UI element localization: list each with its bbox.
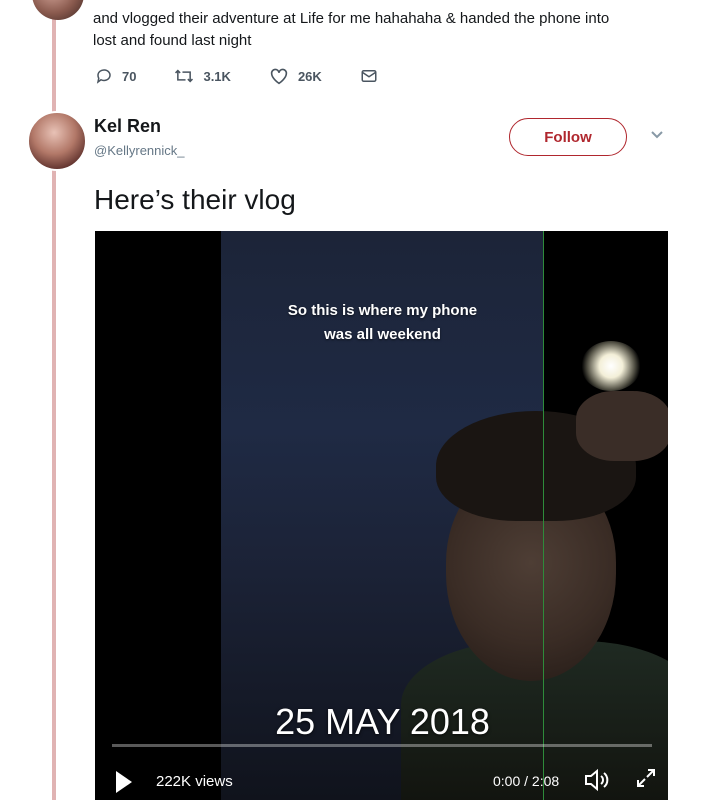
expand-icon[interactable] [635, 767, 657, 789]
like-button[interactable]: 26K [269, 67, 322, 85]
reply-icon [96, 69, 111, 84]
video-caption: So this is where my phone was all weeken… [255, 299, 510, 347]
video-caption-line2: was all weekend [324, 326, 441, 343]
volume-icon[interactable] [583, 767, 611, 793]
moon [581, 341, 641, 391]
like-icon [270, 68, 288, 85]
date-overlay: 25 MAY 2018 [275, 701, 490, 742]
previous-tweet-line2: lost and found last night [93, 32, 252, 49]
previous-tweet-text: and vlogged their adventure at Life for … [93, 8, 673, 52]
progress-bar[interactable] [112, 744, 652, 747]
author-handle[interactable]: @Kellyrennick_ [94, 143, 185, 158]
reply-count: 70 [122, 68, 137, 84]
retweet-count: 3.1K [203, 68, 231, 84]
video-player[interactable]: So this is where my phone was all weeken… [95, 231, 668, 800]
tweet-text: Here’s their vlog [94, 184, 296, 215]
view-count: 222K views [156, 773, 233, 790]
retweet-icon [175, 69, 194, 83]
chevron-down-icon[interactable] [650, 130, 664, 140]
previous-tweet-line1: and vlogged their adventure at Life for … [93, 10, 610, 27]
author-avatar[interactable] [27, 111, 87, 171]
retweet-button[interactable]: 3.1K [174, 67, 231, 85]
frame-edge-line [543, 231, 544, 800]
previous-author-avatar[interactable] [32, 0, 84, 20]
person-hand [576, 391, 668, 461]
message-icon [361, 70, 377, 82]
author-name[interactable]: Kel Ren [94, 116, 161, 137]
play-icon[interactable] [114, 769, 134, 795]
video-time: 0:00 / 2:08 [493, 773, 560, 789]
tweet-actions: 70 3.1K 26K [95, 66, 425, 86]
reply-button[interactable]: 70 [95, 67, 136, 85]
video-caption-line1: So this is where my phone [287, 302, 478, 319]
follow-button[interactable]: Follow [509, 118, 627, 156]
like-count: 26K [297, 68, 322, 84]
message-button[interactable] [360, 67, 387, 85]
